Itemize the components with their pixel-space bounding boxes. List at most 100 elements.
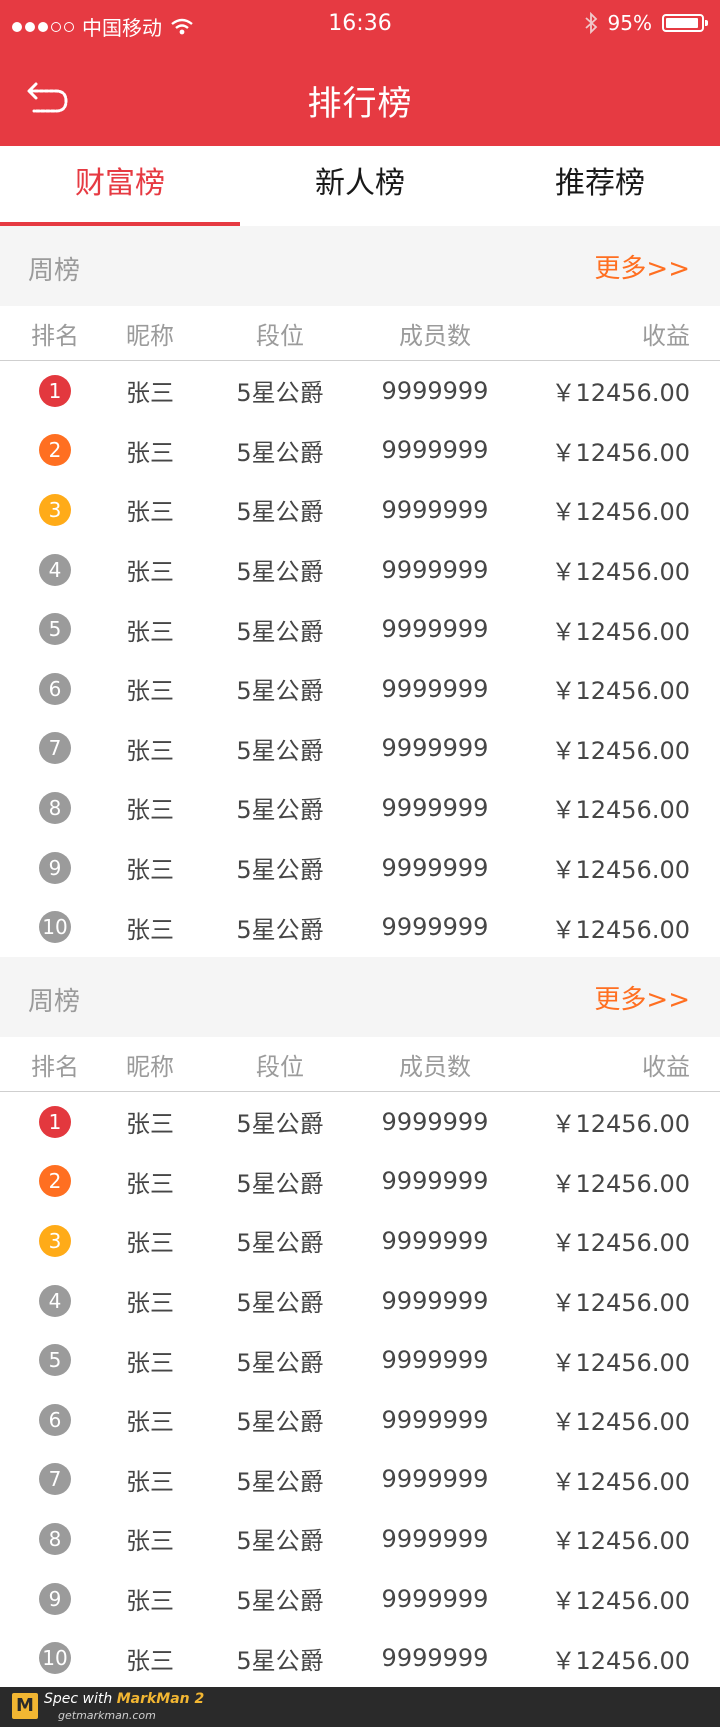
column-header-rank: 排名 — [31, 321, 79, 350]
ranking-section-1: 周榜 更多>> 排名 昵称 段位 成员数 收益 1 张三 5星公爵 9999999 ￥1… — [0, 226, 720, 957]
tab-bar: 财富榜 新人榜 推荐榜 — [0, 146, 720, 226]
section-title: 周榜 — [28, 256, 81, 286]
ranking-row[interactable]: 4 张三 5星公爵 9999999 ￥12456.00 — [0, 1271, 720, 1331]
level: 5星公爵 — [236, 438, 324, 467]
nickname: 张三 — [126, 1289, 174, 1318]
member-count: 9999999 — [381, 1524, 489, 1553]
column-header-nickname: 昵称 — [126, 321, 174, 350]
level: 5星公爵 — [236, 677, 324, 706]
column-header-income: 收益 — [642, 1052, 690, 1081]
income: ￥12456.00 — [551, 1229, 690, 1258]
nickname: 张三 — [126, 1348, 174, 1377]
page-title: 排行榜 — [307, 84, 413, 124]
member-count: 9999999 — [381, 555, 489, 584]
member-count: 9999999 — [381, 1346, 489, 1375]
ranking-row[interactable]: 8 张三 5星公爵 9999999 ￥12456.00 — [0, 778, 720, 838]
ranking-row[interactable]: 10 张三 5星公爵 9999999 ￥12456.00 — [0, 897, 720, 957]
section-header: 周榜 更多>> — [0, 226, 720, 306]
ranking-list: 1 张三 5星公爵 9999999 ￥12456.00 2 张三 5星公爵 9999999 ￥1… — [0, 1092, 720, 1688]
brand-prefix: Spec with — [44, 1691, 117, 1707]
member-count: 9999999 — [381, 436, 489, 465]
rank-badge: 8 — [39, 1522, 71, 1555]
nickname: 张三 — [126, 558, 174, 587]
markman-brand: Spec with MarkMan 2 — [44, 1691, 204, 1707]
nickname: 张三 — [126, 796, 174, 825]
income: ￥12456.00 — [551, 498, 690, 527]
ranking-row[interactable]: 9 张三 5星公爵 9999999 ￥12456.00 — [0, 1569, 720, 1629]
ranking-row[interactable]: 10 张三 5星公爵 9999999 ￥12456.00 — [0, 1628, 720, 1688]
member-count: 9999999 — [381, 1226, 489, 1255]
nickname: 张三 — [126, 379, 174, 408]
level: 5星公爵 — [236, 617, 324, 646]
rank-badge: 1 — [39, 1105, 71, 1138]
rank-badge: 5 — [39, 613, 71, 646]
rank-badge: 2 — [39, 1165, 71, 1198]
income: ￥12456.00 — [551, 1289, 690, 1318]
income: ￥12456.00 — [551, 856, 690, 885]
income: ￥12456.00 — [551, 1110, 690, 1139]
level: 5星公爵 — [236, 1169, 324, 1198]
nickname: 张三 — [126, 915, 174, 944]
member-count: 9999999 — [381, 615, 489, 644]
rank-badge: 6 — [39, 672, 71, 705]
ranking-row[interactable]: 3 张三 5星公爵 9999999 ￥12456.00 — [0, 1211, 720, 1271]
column-header-level: 段位 — [256, 1052, 304, 1081]
column-header-level: 段位 — [256, 321, 304, 350]
ranking-row[interactable]: 7 张三 5星公爵 9999999 ￥12456.00 — [0, 1450, 720, 1510]
income: ￥12456.00 — [551, 1527, 690, 1556]
column-header-rank: 排名 — [31, 1052, 79, 1081]
level: 5星公爵 — [236, 1587, 324, 1616]
nickname: 张三 — [126, 1646, 174, 1675]
nickname: 张三 — [126, 677, 174, 706]
column-header-row: 排名 昵称 段位 成员数 收益 — [0, 1037, 720, 1092]
ranking-row[interactable]: 2 张三 5星公爵 9999999 ￥12456.00 — [0, 1152, 720, 1212]
ranking-list: 1 张三 5星公爵 9999999 ￥12456.00 2 张三 5星公爵 9999999 ￥1… — [0, 361, 720, 957]
ranking-row[interactable]: 9 张三 5星公爵 9999999 ￥12456.00 — [0, 838, 720, 898]
more-link[interactable]: 更多>> — [594, 248, 690, 285]
ranking-row[interactable]: 6 张三 5星公爵 9999999 ￥12456.00 — [0, 659, 720, 719]
ranking-row[interactable]: 5 张三 5星公爵 9999999 ￥12456.00 — [0, 1330, 720, 1390]
status-bar: 中国移动 16:36 95% — [0, 0, 720, 48]
tab-newcomer[interactable]: 新人榜 — [240, 146, 480, 226]
level: 5星公爵 — [236, 1229, 324, 1258]
tab-recommend[interactable]: 推荐榜 — [480, 146, 720, 226]
member-count: 9999999 — [381, 674, 489, 703]
member-count: 9999999 — [381, 1465, 489, 1494]
column-header-nickname: 昵称 — [126, 1052, 174, 1081]
nickname: 张三 — [126, 1229, 174, 1258]
nickname: 张三 — [126, 1527, 174, 1556]
tab-wealth[interactable]: 财富榜 — [0, 146, 240, 226]
ranking-row[interactable]: 6 张三 5星公爵 9999999 ￥12456.00 — [0, 1390, 720, 1450]
ranking-row[interactable]: 8 张三 5星公爵 9999999 ￥12456.00 — [0, 1509, 720, 1569]
column-header-members: 成员数 — [399, 321, 471, 350]
ranking-row[interactable]: 2 张三 5星公爵 9999999 ￥12456.00 — [0, 421, 720, 481]
nickname: 张三 — [126, 856, 174, 885]
ranking-row[interactable]: 5 张三 5星公爵 9999999 ￥12456.00 — [0, 599, 720, 659]
member-count: 9999999 — [381, 1107, 489, 1136]
bluetooth-icon — [584, 12, 597, 34]
member-count: 9999999 — [381, 913, 489, 942]
rank-badge: 3 — [39, 493, 71, 526]
nickname: 张三 — [126, 1169, 174, 1198]
ranking-row[interactable]: 3 张三 5星公爵 9999999 ￥12456.00 — [0, 480, 720, 540]
rank-badge: 10 — [39, 911, 71, 944]
income: ￥12456.00 — [551, 558, 690, 587]
ranking-row[interactable]: 7 张三 5星公爵 9999999 ￥12456.00 — [0, 719, 720, 779]
level: 5星公爵 — [236, 1408, 324, 1437]
rank-badge: 7 — [39, 732, 71, 765]
ranking-row[interactable]: 4 张三 5星公爵 9999999 ￥12456.00 — [0, 540, 720, 600]
ranking-row[interactable]: 1 张三 5星公爵 9999999 ￥12456.00 — [0, 361, 720, 421]
member-count: 9999999 — [381, 734, 489, 763]
more-link[interactable]: 更多>> — [594, 979, 690, 1016]
income: ￥12456.00 — [551, 379, 690, 408]
income: ￥12456.00 — [551, 1467, 690, 1496]
income: ￥12456.00 — [551, 1169, 690, 1198]
nickname: 张三 — [126, 736, 174, 765]
rank-badge: 7 — [39, 1463, 71, 1496]
income: ￥12456.00 — [551, 677, 690, 706]
nav-bar: 排行榜 — [0, 48, 720, 146]
battery-icon — [662, 14, 708, 32]
rank-badge: 9 — [39, 851, 71, 884]
ranking-row[interactable]: 1 张三 5星公爵 9999999 ￥12456.00 — [0, 1092, 720, 1152]
level: 5星公爵 — [236, 736, 324, 765]
